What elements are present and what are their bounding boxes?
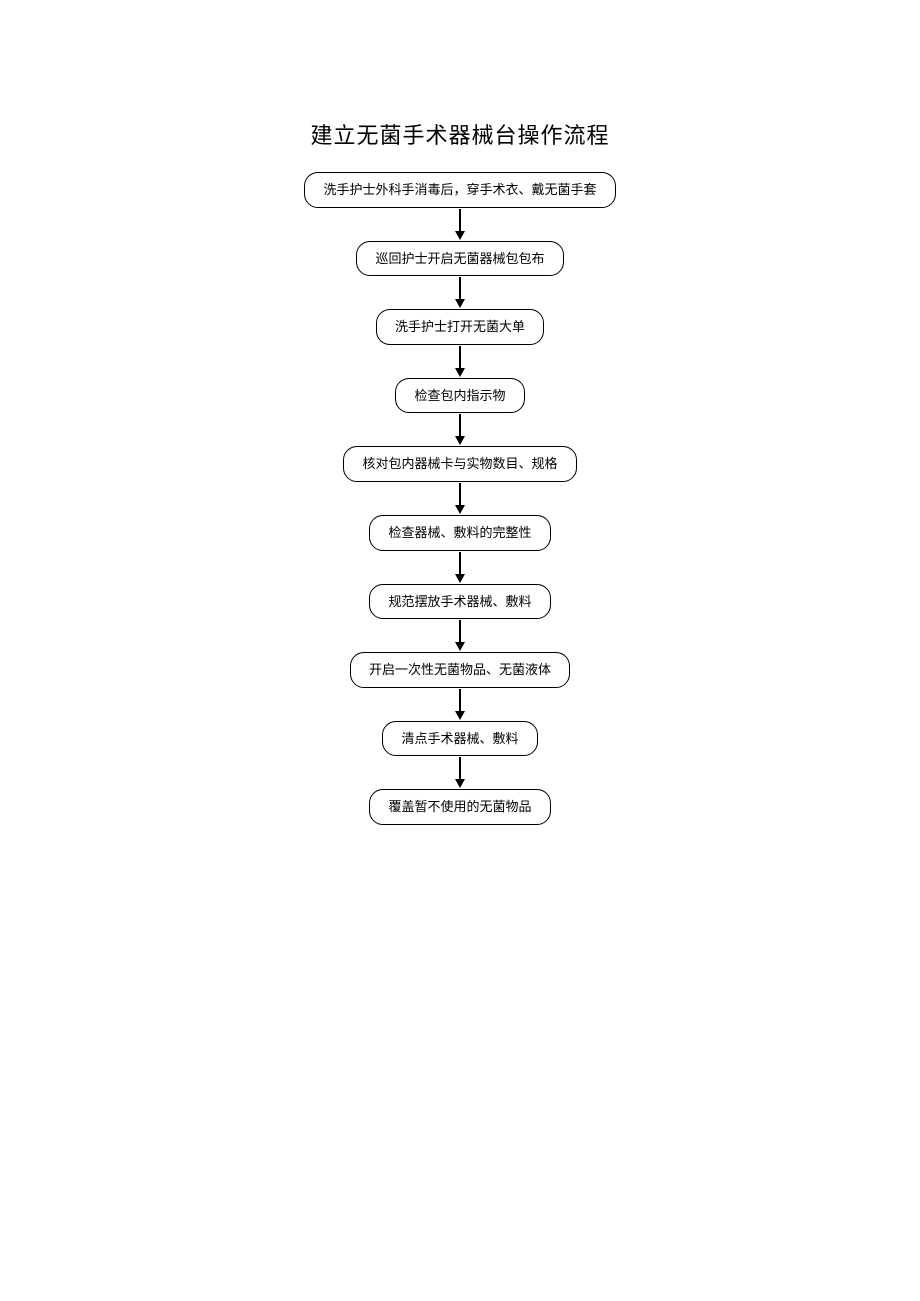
- arrow-down-icon: [455, 208, 465, 241]
- flow-node: 开启一次性无菌物品、无菌液体: [350, 652, 570, 688]
- flowchart-container: 洗手护士外科手消毒后，穿手术衣、戴无菌手套 巡回护士开启无菌器械包包布 洗手护士…: [0, 172, 920, 825]
- flow-node: 检查包内指示物: [395, 378, 524, 414]
- arrow-down-icon: [455, 688, 465, 721]
- flow-node: 清点手术器械、敷料: [382, 721, 537, 757]
- arrow-down-icon: [455, 756, 465, 789]
- flow-node: 检查器械、敷料的完整性: [369, 515, 550, 551]
- arrow-down-icon: [455, 619, 465, 652]
- flow-node: 规范摆放手术器械、敷料: [369, 584, 550, 620]
- arrow-down-icon: [455, 345, 465, 378]
- flow-node: 洗手护士外科手消毒后，穿手术衣、戴无菌手套: [304, 172, 615, 208]
- flow-node: 核对包内器械卡与实物数目、规格: [343, 446, 576, 482]
- arrow-down-icon: [455, 551, 465, 584]
- flow-node: 巡回护士开启无菌器械包包布: [356, 241, 563, 277]
- arrow-down-icon: [455, 482, 465, 515]
- arrow-down-icon: [455, 276, 465, 309]
- flow-node: 覆盖暂不使用的无菌物品: [369, 789, 550, 825]
- arrow-down-icon: [455, 413, 465, 446]
- flow-node: 洗手护士打开无菌大单: [376, 309, 544, 345]
- page-title: 建立无菌手术器械台操作流程: [0, 118, 920, 150]
